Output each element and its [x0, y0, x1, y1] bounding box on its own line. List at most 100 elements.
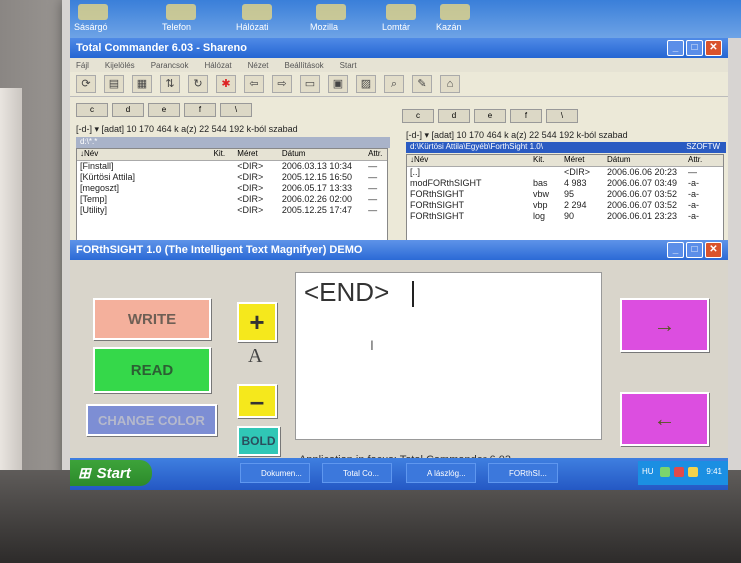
- drive-c-button[interactable]: c: [76, 103, 108, 117]
- desktop-icon-label: Hálózati: [236, 22, 269, 32]
- file-ext: [210, 194, 234, 205]
- view-icon[interactable]: ▤: [104, 75, 124, 93]
- table-row[interactable]: FORthSIGHT vbp 2 294 2006.06.07 03:52 -a-: [407, 200, 723, 211]
- desktop-icon[interactable]: [166, 4, 196, 20]
- column-header-ext[interactable]: Kit.: [530, 155, 561, 166]
- taskbar-item[interactable]: Total Co...: [322, 463, 392, 483]
- drive-f-button[interactable]: f: [184, 103, 216, 117]
- column-header-name[interactable]: ↓Név: [407, 155, 530, 166]
- file-date: 2006.06.06 20:23: [607, 167, 678, 177]
- text-caret: [412, 281, 414, 307]
- forward-icon[interactable]: ⇨: [272, 75, 292, 93]
- taskbar-item[interactable]: A lászlóg...: [406, 463, 476, 483]
- maximize-icon[interactable]: □: [686, 40, 703, 56]
- folder-icon[interactable]: ▭: [300, 75, 320, 93]
- minimize-icon[interactable]: _: [667, 242, 684, 258]
- close-icon[interactable]: ✕: [705, 242, 722, 258]
- prev-arrow-button[interactable]: ←: [620, 392, 709, 446]
- drive-e-button[interactable]: e: [148, 103, 180, 117]
- file-size: <DIR>: [237, 183, 264, 193]
- star-icon[interactable]: ✱: [216, 75, 236, 93]
- desktop-icon[interactable]: [386, 4, 416, 20]
- refresh-icon[interactable]: ⟳: [76, 75, 96, 93]
- desktop-icon[interactable]: [316, 4, 346, 20]
- column-header-date[interactable]: Dátum: [279, 149, 365, 160]
- table-row[interactable]: FORthSIGHT vbw 95 2006.06.07 03:52 -a-: [407, 189, 723, 200]
- sort-icon[interactable]: ⇅: [160, 75, 180, 93]
- drive-c-button[interactable]: c: [402, 109, 434, 123]
- drive-net-button[interactable]: \: [220, 103, 252, 117]
- menu-item[interactable]: Hálózat: [204, 61, 231, 70]
- drive-e-button[interactable]: e: [474, 109, 506, 123]
- taskbar-item[interactable]: FORthSI...: [488, 463, 558, 483]
- file-date: 2006.02.26 02:00: [281, 194, 352, 204]
- desktop-icon[interactable]: [242, 4, 272, 20]
- fs-titlebar[interactable]: FORthSIGHT 1.0 (The Intelligent Text Mag…: [70, 240, 728, 260]
- bold-button[interactable]: BOLD: [237, 426, 280, 456]
- pack-icon[interactable]: ▣: [328, 75, 348, 93]
- file-attr: —: [688, 167, 697, 177]
- notepad-icon[interactable]: ✎: [412, 75, 432, 93]
- invert-icon[interactable]: ↻: [188, 75, 208, 93]
- tray-app-icon[interactable]: [674, 467, 684, 477]
- next-arrow-button[interactable]: →: [620, 298, 709, 352]
- table-row[interactable]: [Temp] <DIR> 2006.02.26 02:00 —: [77, 194, 387, 205]
- table-row[interactable]: modFORthSIGHT bas 4 983 2006.06.07 03:49 -a-: [407, 178, 723, 189]
- unpack-icon[interactable]: ▨: [356, 75, 376, 93]
- close-icon[interactable]: ✕: [705, 40, 722, 56]
- right-path-bar[interactable]: d:\Kürtösi Attila\Egyéb\ForthSight 1.0\ …: [406, 142, 726, 153]
- zoom-in-button[interactable]: +: [237, 302, 277, 342]
- table-row[interactable]: [Kürtösi Attila] <DIR> 2005.12.15 16:50 —: [77, 172, 387, 183]
- maximize-icon[interactable]: □: [686, 242, 703, 258]
- column-header-size[interactable]: Méret: [561, 155, 604, 166]
- file-date: 2005.12.25 17:47: [281, 205, 352, 215]
- change-color-button[interactable]: CHANGE COLOR: [86, 404, 217, 436]
- zoom-out-button[interactable]: –: [237, 384, 277, 418]
- menu-item[interactable]: Start: [340, 61, 357, 70]
- tray-app-icon[interactable]: [688, 467, 698, 477]
- drive-net-button[interactable]: \: [546, 109, 578, 123]
- table-row[interactable]: [megoszt] <DIR> 2006.05.17 13:33 —: [77, 183, 387, 194]
- table-row[interactable]: [Finstall] <DIR> 2006.03.13 10:34 —: [77, 161, 387, 172]
- column-header-attr[interactable]: Attr.: [365, 149, 387, 160]
- menu-item[interactable]: Kijelölés: [105, 61, 135, 70]
- desktop-icon[interactable]: [440, 4, 470, 20]
- file-ext: [210, 172, 234, 183]
- file-name: modFORthSIGHT: [410, 178, 482, 188]
- minimize-icon[interactable]: _: [667, 40, 684, 56]
- left-path-bar[interactable]: d:\*.*: [76, 137, 390, 148]
- drive-d-button[interactable]: d: [112, 103, 144, 117]
- back-icon[interactable]: ⇦: [244, 75, 264, 93]
- language-indicator[interactable]: HU: [642, 467, 654, 476]
- desktop-icon[interactable]: [78, 4, 108, 20]
- grid-icon[interactable]: ▦: [132, 75, 152, 93]
- menu-item[interactable]: Parancsok: [151, 61, 189, 70]
- table-row[interactable]: [..] <DIR> 2006.06.06 20:23 —: [407, 167, 723, 178]
- column-header-attr[interactable]: Attr.: [685, 155, 712, 166]
- file-attr: —: [368, 183, 378, 193]
- tray-app-icon[interactable]: [660, 467, 670, 477]
- write-button[interactable]: WRITE: [93, 298, 211, 340]
- table-row[interactable]: [Utility] <DIR> 2005.12.25 17:47 —: [77, 205, 387, 216]
- file-ext: vbp: [533, 200, 548, 210]
- menu-item[interactable]: Fájl: [76, 61, 89, 70]
- menu-item[interactable]: Beállítások: [285, 61, 324, 70]
- menu-item[interactable]: Nézet: [248, 61, 269, 70]
- taskbar-item[interactable]: Dokumen...: [240, 463, 310, 483]
- explorer-icon[interactable]: ⌂: [440, 75, 460, 93]
- column-header-ext[interactable]: Kit.: [210, 149, 234, 160]
- file-name: [Utility]: [80, 205, 107, 215]
- tc-menubar: Fájl Kijelölés Parancsok Hálózat Nézet B…: [70, 58, 728, 72]
- column-header-name[interactable]: ↓Név: [77, 149, 210, 160]
- column-header-size[interactable]: Méret: [234, 149, 279, 160]
- drive-d-button[interactable]: d: [438, 109, 470, 123]
- read-button[interactable]: READ: [93, 347, 211, 393]
- magnified-text-area[interactable]: <END> I: [295, 272, 602, 440]
- table-row[interactable]: FORthSIGHT log 90 2006.06.01 23:23 -a-: [407, 211, 723, 222]
- search-icon[interactable]: ⌕: [384, 75, 404, 93]
- column-header-date[interactable]: Dátum: [604, 155, 685, 166]
- file-date: 2006.06.07 03:52: [607, 189, 678, 199]
- drive-f-button[interactable]: f: [510, 109, 542, 123]
- tc-titlebar[interactable]: Total Commander 6.03 - Shareno _ □ ✕: [70, 38, 728, 58]
- start-button[interactable]: ⊞ Start: [70, 460, 152, 486]
